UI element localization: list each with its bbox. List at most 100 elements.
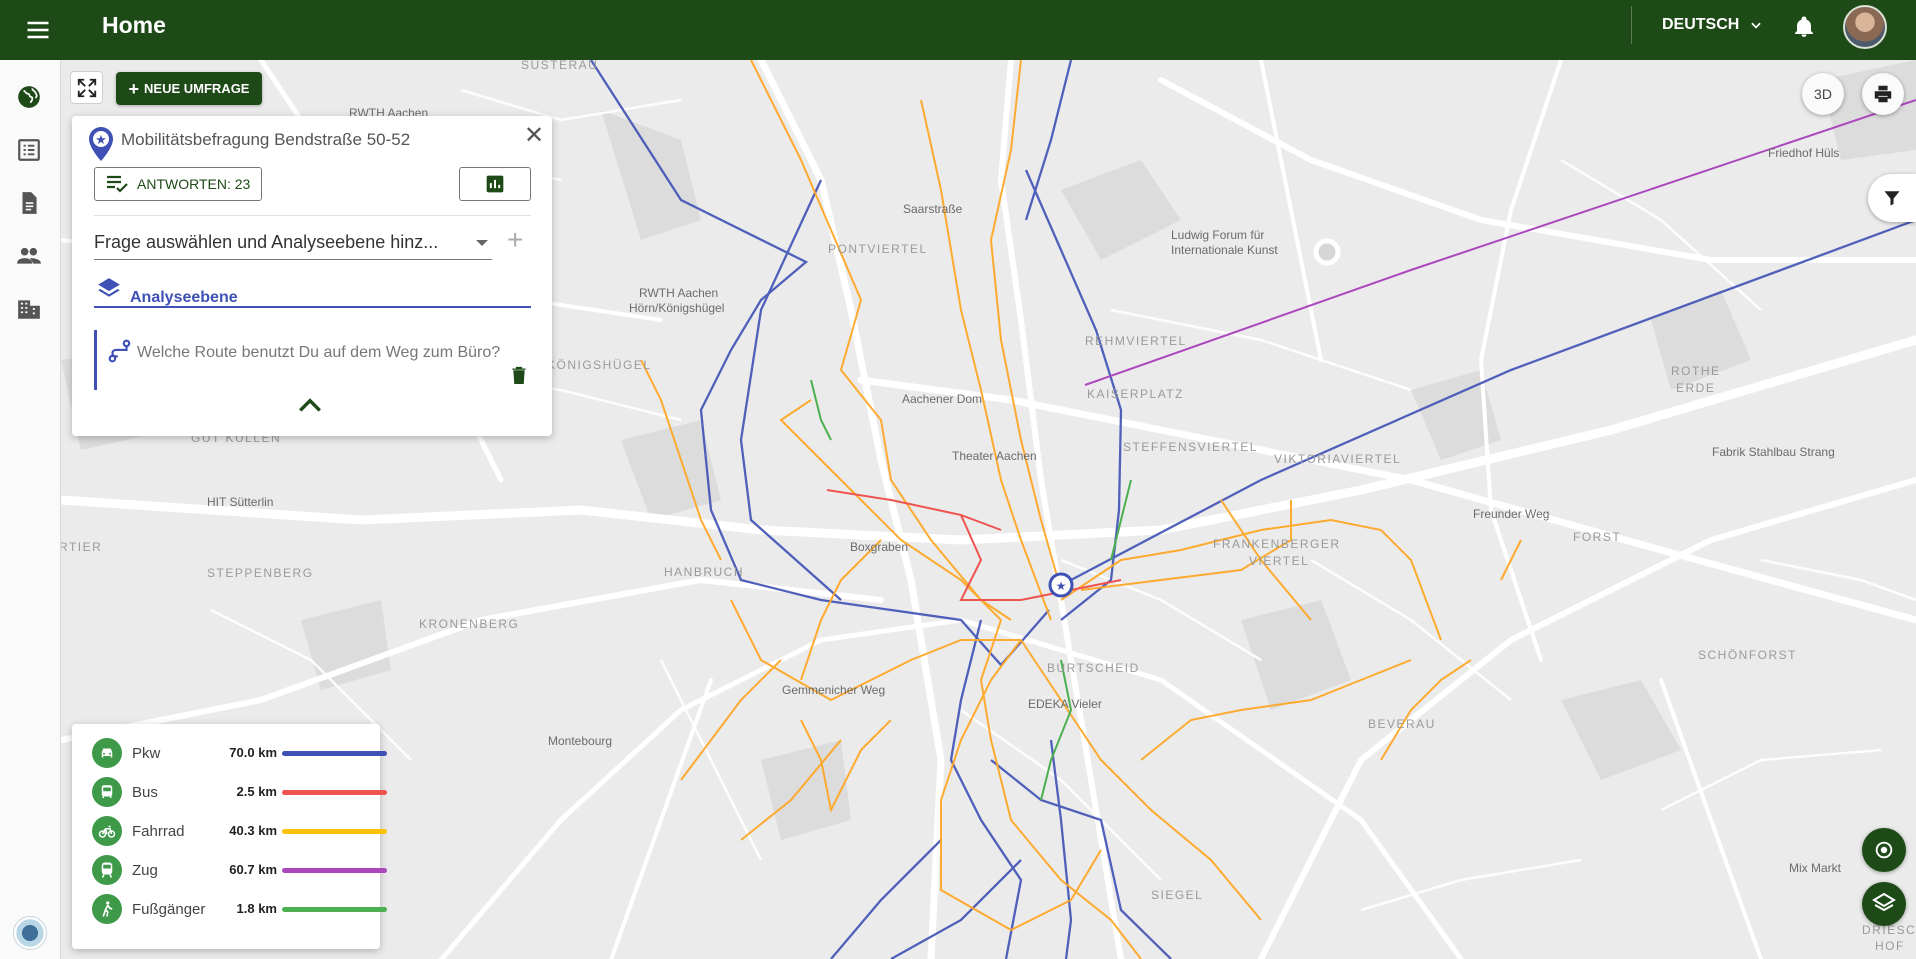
map-label: SÜSTERAU	[521, 60, 599, 72]
map-label: HIT Sütterlin	[207, 495, 274, 509]
printer-icon	[1874, 85, 1892, 103]
add-layer-button[interactable]: +	[507, 224, 523, 256]
filter-button[interactable]	[1868, 174, 1916, 222]
walk-icon	[92, 894, 122, 924]
map-label: FRANKENBERGER	[1213, 537, 1341, 551]
legend-row: Zug 60.7 km	[92, 855, 387, 885]
map-label: HOF	[1875, 939, 1905, 953]
globe-icon[interactable]	[16, 84, 42, 110]
legend-label: Pkw	[132, 745, 161, 762]
legend-value: 2.5 km	[236, 784, 277, 799]
question-select[interactable]: Frage auswählen und Analyseebene hinz...	[94, 226, 492, 260]
answers-label: ANTWORTEN: 23	[137, 176, 251, 192]
layers-icon	[1872, 892, 1896, 912]
legend-row: Pkw 70.0 km	[92, 738, 387, 768]
legend-value: 40.3 km	[229, 823, 277, 838]
survey-title: Mobilitätsbefragung Bendstraße 50-52	[121, 130, 411, 149]
legend-color-bar	[282, 751, 387, 756]
locate-button[interactable]	[1862, 828, 1906, 872]
view-3d-label: 3D	[1814, 86, 1832, 102]
survey-location-marker: ★	[1048, 572, 1074, 598]
map-label: Internationale Kunst	[1171, 243, 1278, 257]
map-label: Boxgraben	[850, 540, 909, 554]
map-label: ERDE	[1676, 381, 1716, 395]
map-label: Fabrik Stahlbau Strang	[1712, 445, 1835, 459]
map-label: FORST	[1573, 530, 1622, 544]
location-pin-icon: ★	[88, 126, 114, 167]
plus-icon: +	[128, 78, 140, 99]
bell-icon[interactable]	[1792, 14, 1816, 45]
menu-icon[interactable]	[24, 16, 52, 44]
map-label: REHMVIERTEL	[1085, 334, 1187, 348]
language-selector[interactable]: DEUTSCH	[1662, 16, 1763, 34]
legend-color-bar	[282, 907, 387, 912]
legend-color-bar	[282, 829, 387, 834]
map-label: Gemmenicher Weg	[782, 683, 886, 697]
organization-logo	[13, 916, 47, 950]
people-icon[interactable]	[16, 243, 42, 269]
map-label: ROTHE	[1671, 364, 1721, 378]
train-icon	[92, 855, 122, 885]
map-label: Aachener Dom	[902, 392, 983, 406]
trash-icon[interactable]	[509, 364, 529, 386]
svg-text:★: ★	[1056, 579, 1067, 593]
route-icon	[108, 339, 131, 363]
legend-row: Bus 2.5 km	[92, 777, 387, 807]
legend-value: 60.7 km	[229, 862, 277, 877]
map-label: Friedhof Hüls	[1768, 146, 1840, 160]
map-label: KRONENBERG	[419, 617, 520, 631]
chevron-up-icon[interactable]	[297, 396, 323, 419]
legend-label: Zug	[132, 862, 158, 879]
map-label: STEPPENBERG	[207, 566, 314, 580]
legend-color-bar	[282, 868, 387, 873]
map-label: HANBRUCH	[664, 565, 745, 579]
new-survey-label: NEUE UMFRAGE	[144, 81, 250, 96]
map-label: STEFFENSVIERTEL	[1123, 440, 1258, 454]
legend-label: Bus	[132, 784, 158, 801]
car-icon	[92, 738, 122, 768]
page-title: Home	[102, 12, 166, 38]
building-icon[interactable]	[16, 296, 42, 322]
checklist-icon	[107, 175, 128, 193]
map-label: Saarstraße	[903, 202, 963, 216]
language-label: DEUTSCH	[1662, 16, 1740, 33]
document-icon[interactable]	[16, 190, 42, 216]
print-button[interactable]	[1862, 73, 1904, 115]
map-label: Theater Aachen	[952, 449, 1037, 463]
target-icon	[1875, 841, 1893, 859]
fullscreen-button[interactable]	[70, 71, 103, 104]
statistics-button[interactable]	[459, 167, 531, 201]
answers-button[interactable]: ANTWORTEN: 23	[94, 167, 262, 201]
legend-color-bar	[282, 790, 387, 795]
map-label: EDEKA Vieler	[1028, 697, 1102, 711]
map-label: KÖNIGSHÜGEL	[547, 358, 652, 372]
legend-label: Fahrrad	[132, 823, 185, 840]
map-label: BEVERAU	[1368, 717, 1436, 731]
close-icon[interactable]: ✕	[524, 124, 544, 148]
legend-value: 70.0 km	[229, 745, 277, 760]
map-label: Mix Markt	[1789, 861, 1841, 875]
avatar[interactable]	[1843, 5, 1887, 49]
route-legend: Pkw 70.0 km Bus 2.5 km Fahrrad 40.3 km Z…	[72, 724, 387, 949]
map-label: SIEGEL	[1151, 888, 1204, 902]
question-select-placeholder: Frage auswählen und Analyseebene hinz...	[94, 232, 439, 252]
svg-text:★: ★	[95, 132, 107, 147]
fullscreen-icon	[77, 78, 96, 97]
bicycle-icon	[92, 816, 122, 846]
bus-icon	[92, 777, 122, 807]
layers-button[interactable]	[1862, 882, 1906, 926]
analysis-layer-title: Analyseebene	[130, 289, 238, 306]
map-label: VIERTEL	[1249, 554, 1310, 568]
list-icon[interactable]	[16, 137, 42, 163]
map-label: Freunder Weg	[1473, 507, 1550, 521]
chevron-down-icon	[1751, 22, 1762, 29]
new-survey-button[interactable]: + NEUE UMFRAGE	[116, 72, 262, 105]
top-app-bar: Home DEUTSCH	[0, 0, 1916, 60]
analysis-layer-item[interactable]: Welche Route benutzt Du auf dem Weg zum …	[94, 330, 531, 390]
view-3d-button[interactable]: 3D	[1802, 73, 1844, 115]
analysis-layer-header[interactable]: Analyseebene	[94, 278, 531, 308]
map-label: Ludwig Forum für	[1171, 228, 1265, 242]
legend-value: 1.8 km	[236, 901, 277, 916]
caret-down-icon	[476, 240, 488, 246]
map-label: Hörn/Königshügel	[629, 301, 725, 315]
